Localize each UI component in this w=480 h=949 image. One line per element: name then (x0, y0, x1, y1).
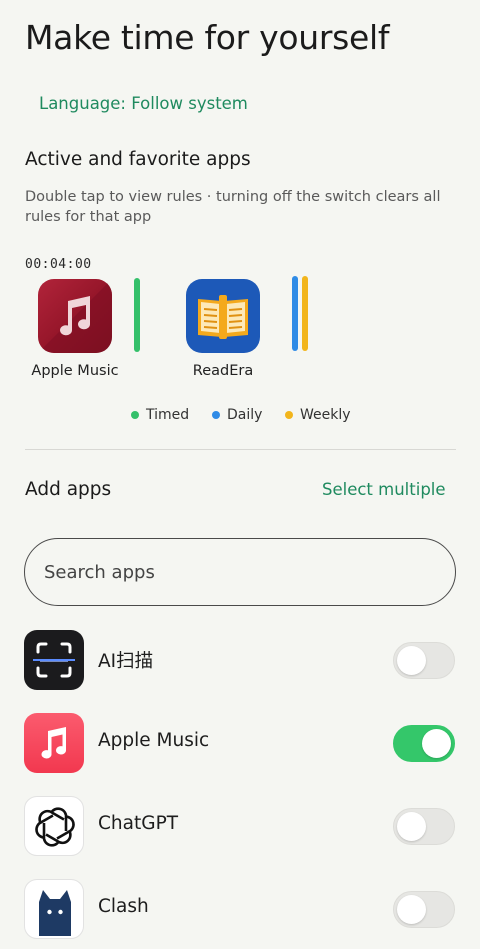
toggle-knob (397, 812, 426, 841)
legend-daily: Daily (212, 407, 262, 423)
apple-music-icon (38, 279, 112, 353)
readera-book-icon (198, 295, 248, 339)
app-name: AI扫描 (98, 651, 154, 672)
favorite-readera[interactable] (186, 279, 260, 353)
clash-cat-icon (24, 879, 84, 939)
favorite-label-apple-music: Apple Music (31, 363, 119, 379)
apple-music-icon (24, 713, 84, 773)
toggle-knob (422, 729, 451, 758)
chatgpt-icon (24, 796, 84, 856)
legend-timed: Timed (131, 407, 189, 423)
language-link[interactable]: Language: Follow system (39, 94, 248, 113)
app-row-clash[interactable]: Clash (0, 874, 480, 944)
rule-bar-daily (292, 276, 298, 351)
ai-scan-toggle[interactable] (393, 642, 455, 679)
apple-music-toggle[interactable] (393, 725, 455, 762)
favorites-description: Double tap to view rules · turning off t… (25, 189, 441, 225)
app-name: Clash (98, 896, 149, 917)
legend-label-daily: Daily (227, 407, 263, 423)
search-apps-input[interactable] (24, 538, 456, 606)
app-row-ai-scan[interactable]: AI扫描 (0, 625, 480, 695)
page-title: Make time for yourself (25, 18, 390, 57)
section-divider (25, 449, 456, 450)
add-apps-title: Add apps (25, 479, 112, 500)
screen: Make time for yourself Language: Follow … (0, 0, 480, 949)
ai-scan-icon (24, 630, 84, 690)
chatgpt-toggle[interactable] (393, 808, 455, 845)
favorite-label-readera: ReadEra (192, 363, 254, 379)
rule-bar-weekly (302, 276, 308, 351)
app-name: Apple Music (98, 730, 210, 751)
toggle-knob (397, 895, 426, 924)
legend-dot-daily (212, 411, 220, 419)
select-multiple-button[interactable]: Select multiple (322, 480, 446, 499)
app-row-apple-music[interactable]: Apple Music (0, 708, 480, 778)
rule-bar-timed (134, 278, 140, 352)
legend-dot-timed (131, 411, 139, 419)
countdown-timer: 00:04:00 (25, 257, 92, 272)
legend-dot-weekly (285, 411, 293, 419)
app-name: ChatGPT (98, 813, 179, 834)
app-row-chatgpt[interactable]: ChatGPT (0, 791, 480, 861)
clash-toggle[interactable] (393, 891, 455, 928)
favorites-section-title: Active and favorite apps (25, 149, 251, 170)
favorite-apple-music[interactable] (38, 279, 112, 353)
legend-weekly: Weekly (285, 407, 351, 423)
legend-label-weekly: Weekly (300, 407, 351, 423)
legend-label-timed: Timed (146, 407, 190, 423)
toggle-knob (397, 646, 426, 675)
